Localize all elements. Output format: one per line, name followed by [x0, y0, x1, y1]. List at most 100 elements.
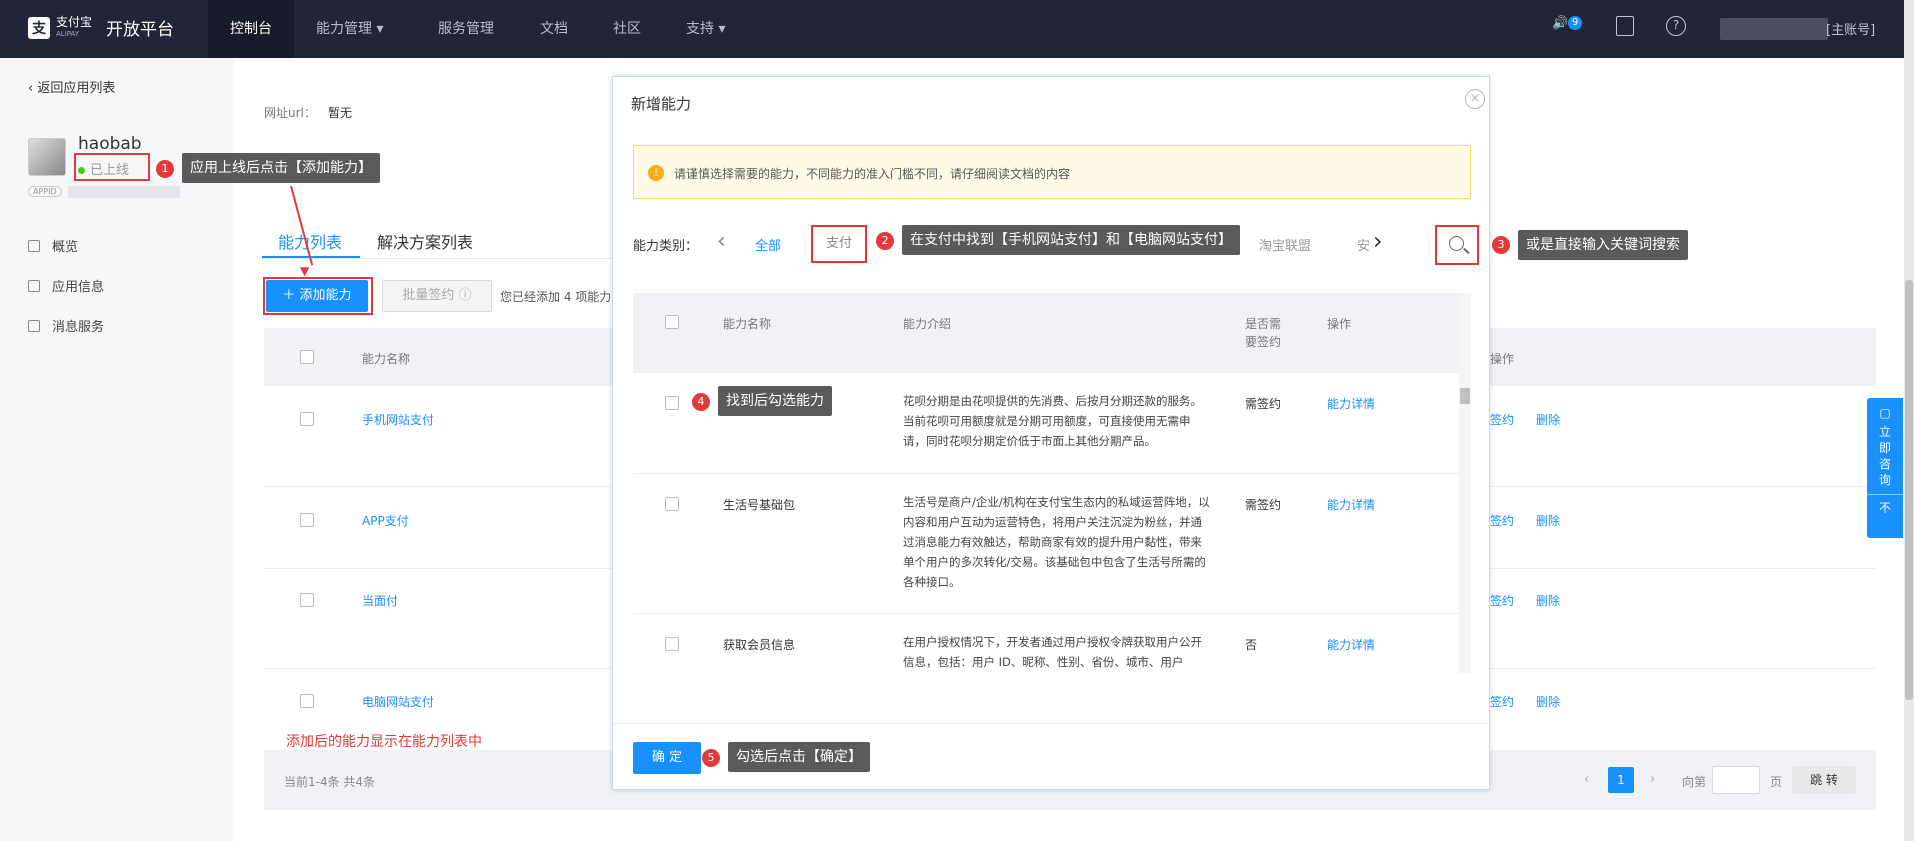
row-checkbox[interactable] [300, 412, 314, 426]
jump-button[interactable]: 跳 转 [1792, 766, 1856, 794]
modal-scrollbar[interactable] [1459, 293, 1471, 673]
category-next-icon[interactable]: › [1373, 227, 1383, 255]
app-name: haobab [78, 134, 142, 154]
back-link[interactable]: ‹ 返回应用列表 [28, 77, 115, 96]
capability-checkbox[interactable] [665, 497, 679, 511]
category-label: 能力类别： [633, 239, 699, 254]
select-all-checkbox[interactable] [300, 350, 314, 364]
nav-console[interactable]: 控制台 [208, 0, 294, 58]
capability-checkbox[interactable] [665, 396, 679, 410]
grid-icon [28, 279, 40, 292]
order-icon[interactable] [1616, 16, 1634, 36]
category-an[interactable]: 安 [1357, 235, 1370, 254]
chat-icon: ▢ [1879, 406, 1891, 420]
row-checkbox[interactable] [300, 694, 314, 708]
modal-col-desc: 能力介绍 [903, 317, 952, 331]
step-4-number: 4 [692, 393, 710, 411]
alipay-logo-icon: 支 [28, 16, 50, 39]
sidebar-item-appinfo[interactable]: 应用信息 [28, 276, 104, 295]
goto-page-input[interactable] [1712, 766, 1760, 794]
search-icon [1449, 236, 1464, 251]
nav-community[interactable]: 社区 [613, 0, 641, 58]
close-icon[interactable]: × [1465, 89, 1485, 109]
prev-page-icon[interactable]: ‹ [1584, 772, 1589, 787]
added-count-text: 您已经添加 4 项能力 [500, 290, 612, 304]
row-name-3[interactable]: 当面付 [362, 592, 398, 609]
warning-icon: ! [648, 165, 664, 181]
row-name-1[interactable]: 手机网站支付 [362, 411, 434, 428]
collapse-icon: 不 [1867, 494, 1903, 516]
info-icon: ⓘ [458, 288, 472, 303]
capability-detail-link[interactable]: 能力详情 [1327, 395, 1375, 412]
tab-solution-list[interactable]: 解决方案列表 [377, 229, 473, 253]
step-2-number: 2 [876, 232, 894, 250]
nav-support[interactable]: 支持 ▾ [686, 0, 725, 58]
category-pay[interactable]: 支付 [811, 225, 867, 263]
step-3-number: 3 [1492, 236, 1510, 254]
modal-col-op: 操作 [1327, 317, 1352, 331]
warning-banner: ! 请谨慎选择需要的能力，不同能力的准入门槛不同，请仔细阅读文档的内容 [633, 145, 1471, 199]
page-1-button[interactable]: 1 [1608, 767, 1634, 793]
logo-en: ALIPAY [56, 29, 80, 38]
highlight-add-button [263, 277, 373, 315]
row-delete-link[interactable]: 删除 [1536, 411, 1560, 428]
logo-cn: 支付宝 [56, 14, 93, 29]
capability-name: 生活号基础包 [723, 498, 796, 512]
account-label[interactable]: [主账号] [1826, 19, 1875, 38]
nav-capability[interactable]: 能力管理 ▾ [316, 0, 383, 58]
modal-col-sign: 是否需要签约 [1245, 317, 1282, 349]
modal-scrollbar-thumb[interactable] [1460, 388, 1470, 404]
row-delete-link[interactable]: 删除 [1536, 592, 1560, 609]
row-sign-link[interactable]: 签约 [1490, 411, 1514, 428]
nav-service[interactable]: 服务管理 [438, 0, 494, 58]
appid-blur [68, 186, 180, 198]
capability-desc: 生活号是商户/企业/机构在支付宝生态内的私域运营阵地，以内容和用户互动为运营特色… [903, 495, 1210, 589]
row-name-4[interactable]: 电脑网站支付 [362, 693, 434, 710]
row-sign-link[interactable]: 签约 [1490, 592, 1514, 609]
capability-detail-link[interactable]: 能力详情 [1327, 636, 1375, 653]
annotation-1: 应用上线后点击【添加能力】 [182, 153, 380, 183]
col-op-header: 操作 [1490, 352, 1515, 366]
appid-tag: APPID [28, 186, 62, 197]
annotation-5: 勾选后点击【确定】 [728, 742, 870, 772]
step-5-number: 5 [702, 749, 720, 767]
row-checkbox[interactable] [300, 593, 314, 607]
consult-float-button[interactable]: ▢ 立即咨询 不 [1867, 398, 1903, 538]
alipay-logo[interactable]: 支 支付宝 ALIPAY 开放平台 [28, 15, 174, 40]
capability-sign: 需签约 [1245, 397, 1282, 411]
row-delete-link[interactable]: 删除 [1536, 512, 1560, 529]
row-divider [633, 613, 1459, 614]
modal-title: 新增能力 [631, 95, 692, 113]
footer-count: 当前1-4条 共4条 [284, 775, 376, 789]
arrow-head-icon: ▼ [300, 264, 310, 278]
col-name-header: 能力名称 [362, 352, 411, 366]
warning-text: 请谨慎选择需要的能力，不同能力的准入门槛不同，请仔细阅读文档的内容 [674, 167, 1071, 181]
confirm-button[interactable]: 确 定 [633, 742, 701, 774]
row-delete-link[interactable]: 删除 [1536, 693, 1560, 710]
tab-capability-list[interactable]: 能力列表 [278, 229, 342, 253]
capability-sign: 需签约 [1245, 498, 1282, 512]
row-sign-link[interactable]: 签约 [1490, 512, 1514, 529]
annotation-3: 或是直接输入关键词搜索 [1518, 230, 1688, 260]
capability-detail-link[interactable]: 能力详情 [1327, 496, 1375, 513]
capability-checkbox[interactable] [665, 637, 679, 651]
sidebar-item-message[interactable]: 消息服务 [28, 316, 104, 335]
batch-sign-button[interactable]: 批量签约 ⓘ [382, 280, 492, 312]
scrollbar-thumb[interactable] [1905, 280, 1913, 700]
row-name-2[interactable]: APP支付 [362, 512, 409, 529]
annotation-4: 找到后勾选能力 [718, 386, 832, 416]
category-prev-icon[interactable]: ‹ [717, 229, 726, 254]
help-icon[interactable]: ? [1666, 16, 1686, 36]
chevron-left-icon: ‹ [28, 81, 38, 96]
row-checkbox[interactable] [300, 513, 314, 527]
modal-select-all-checkbox[interactable] [665, 315, 679, 329]
category-all[interactable]: 全部 [755, 235, 781, 254]
next-page-icon[interactable]: › [1650, 772, 1655, 787]
category-taobao[interactable]: 淘宝联盟 [1259, 235, 1311, 254]
search-button[interactable] [1435, 225, 1479, 265]
notification-button[interactable]: 🔊 9 [1552, 16, 1583, 31]
sidebar-item-overview[interactable]: 概览 [28, 236, 78, 255]
nav-docs[interactable]: 文档 [540, 0, 568, 58]
row-sign-link[interactable]: 签约 [1490, 693, 1514, 710]
app-avatar [28, 138, 66, 176]
